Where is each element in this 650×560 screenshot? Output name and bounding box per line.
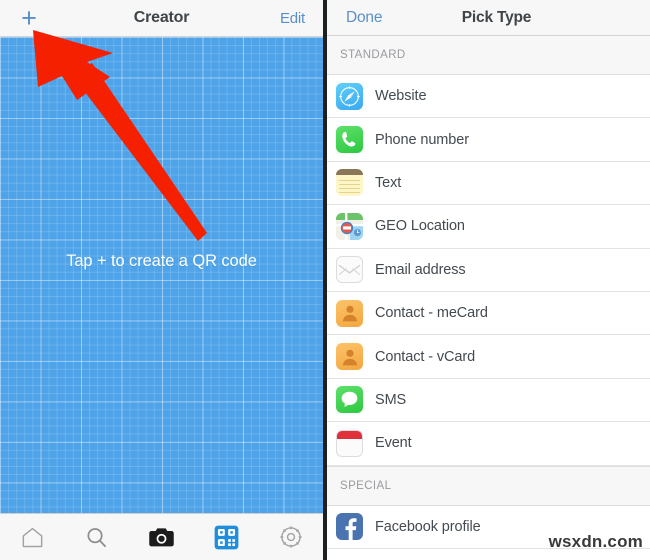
pick-type-panel: Done Pick Type STANDARD Website Phone nu… — [327, 0, 650, 560]
list-item[interactable]: Phone number — [327, 118, 650, 162]
notes-header-bar — [336, 169, 363, 176]
calendar-header-bar — [337, 430, 362, 439]
list-item-label: Contact - meCard — [375, 305, 488, 322]
list-item[interactable]: Contact - vCard — [327, 335, 650, 379]
contacts-person-icon — [336, 343, 363, 371]
notes-rule — [339, 180, 360, 182]
edit-button[interactable]: Edit — [280, 10, 305, 27]
notes-rule — [339, 188, 360, 190]
list-item[interactable]: Event — [327, 422, 650, 466]
qr-code-icon — [214, 525, 238, 549]
notes-rule — [339, 192, 360, 194]
list-item-label: Facebook profile — [375, 518, 481, 535]
list-item-label: Event — [375, 435, 412, 452]
tab-settings[interactable] — [258, 514, 323, 560]
section-header-standard: STANDARD — [327, 36, 650, 75]
home-icon — [22, 527, 43, 547]
list-item-label: SMS — [375, 391, 407, 408]
notes-icon — [336, 169, 363, 197]
facebook-icon — [336, 513, 363, 541]
list-item[interactable]: Text — [327, 161, 650, 206]
contacts-person-icon — [336, 299, 363, 327]
camera-icon — [149, 527, 174, 546]
site-watermark: wsxdn.com — [548, 532, 643, 551]
creator-navbar: + Creator Edit — [0, 0, 323, 37]
list-item[interactable]: SMS — [327, 378, 650, 423]
calendar-icon — [336, 429, 363, 457]
tab-qr-code[interactable] — [194, 514, 259, 560]
list-item-label: GEO Location — [375, 218, 465, 235]
tab-camera[interactable] — [129, 514, 194, 560]
list-item[interactable]: Contact - meCard — [327, 291, 650, 336]
page-title: Creator — [133, 9, 190, 26]
gear-icon — [280, 526, 302, 548]
type-list[interactable]: STANDARD Website Phone number Text GEO L… — [327, 36, 650, 560]
pick-type-navbar: Done Pick Type — [327, 0, 650, 36]
empty-state-hint: Tap + to create a QR code — [66, 251, 257, 270]
sms-bubble-icon — [336, 386, 363, 414]
tab-home[interactable] — [0, 514, 65, 560]
pick-type-title: Pick Type — [461, 8, 532, 26]
list-item[interactable]: Email address — [327, 248, 650, 292]
notes-rule — [339, 184, 360, 186]
list-item[interactable]: GEO Location — [327, 205, 650, 249]
list-item-label: Phone number — [375, 131, 469, 148]
phone-handset-icon — [336, 126, 363, 154]
dual-panel-screenshot: + Creator Edit Tap + to create a QR code — [0, 0, 650, 560]
creator-panel: + Creator Edit Tap + to create a QR code — [0, 0, 323, 560]
search-icon — [87, 527, 107, 547]
list-item-label: Text — [375, 174, 402, 191]
list-item-label: Website — [375, 88, 427, 105]
list-item-label: Contact - vCard — [375, 348, 476, 365]
section-header-special: SPECIAL — [327, 465, 650, 506]
list-item[interactable]: Website — [327, 75, 650, 119]
mail-envelope-icon — [336, 256, 363, 284]
tab-search[interactable] — [65, 514, 130, 560]
list-item-label: Email address — [375, 261, 466, 278]
safari-compass-icon — [336, 82, 363, 110]
bottom-tab-bar — [0, 513, 323, 560]
qr-canvas-empty-state[interactable]: Tap + to create a QR code — [0, 37, 323, 513]
maps-icon — [336, 212, 363, 240]
